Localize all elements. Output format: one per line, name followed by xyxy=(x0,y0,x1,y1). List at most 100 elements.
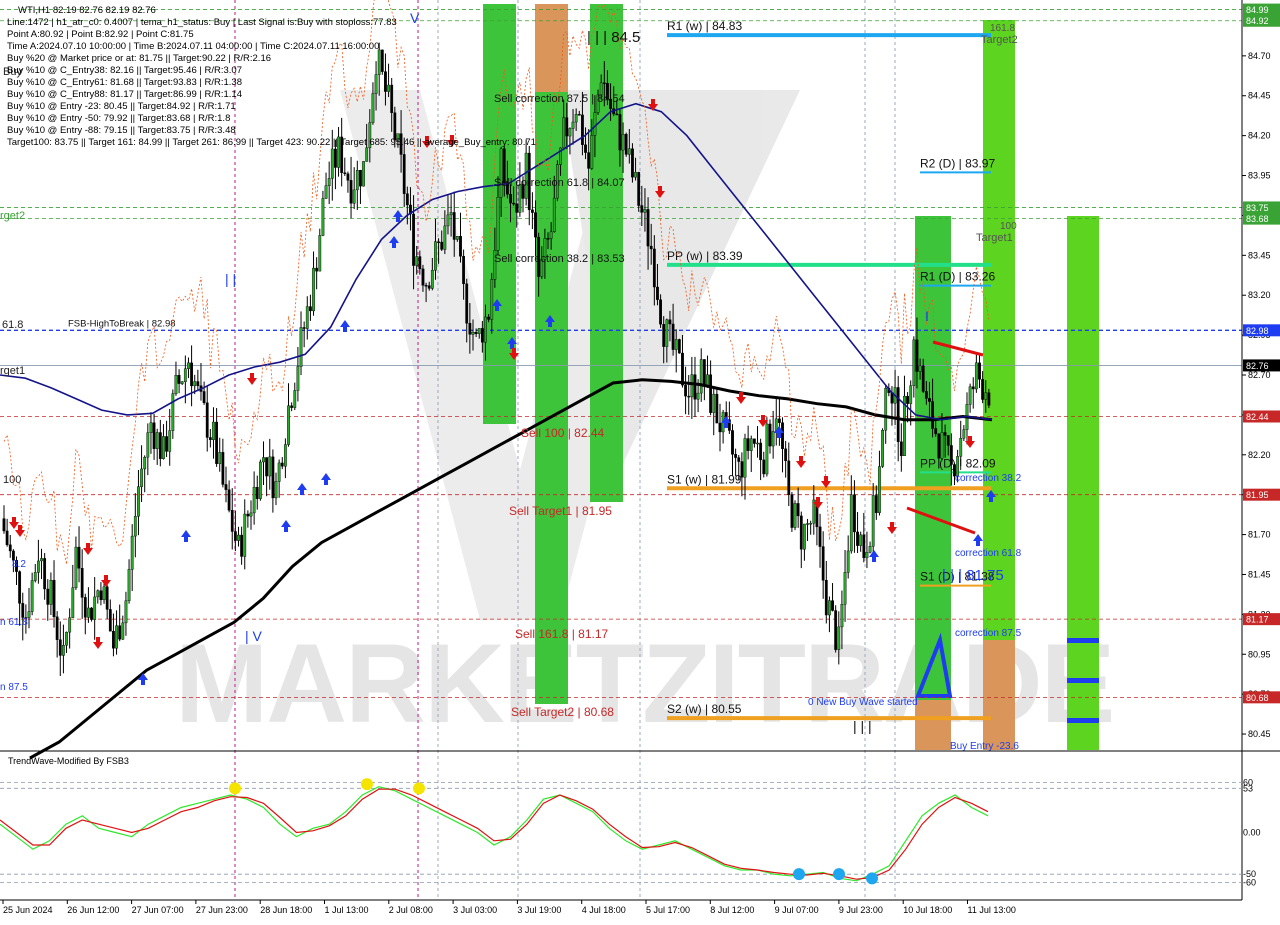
candle-body xyxy=(252,487,256,514)
osc-bottom-marker xyxy=(866,872,878,885)
candle-body xyxy=(631,148,634,178)
time-tick-label: 9 Jul 23:00 xyxy=(839,905,883,915)
candle-body xyxy=(928,398,931,402)
candle-body xyxy=(171,393,175,431)
osc-axis-label: -60 xyxy=(1243,878,1256,888)
candle-body xyxy=(499,148,503,198)
candle-body xyxy=(99,590,103,601)
info-line-8: Buy %10 @ Entry -50: 79.92 || Target:83.… xyxy=(7,113,230,124)
candle-body xyxy=(40,558,43,562)
roman-i-label: I xyxy=(925,308,929,324)
price-tick-label: 83.45 xyxy=(1248,250,1271,260)
candle-body xyxy=(896,387,900,442)
candle-body xyxy=(934,428,938,435)
candle-body xyxy=(915,339,919,372)
new-buy-wave-label: 0 New Buy Wave started xyxy=(808,697,918,708)
candle-body xyxy=(690,374,694,398)
candle-body xyxy=(637,172,641,206)
candle-body xyxy=(781,422,784,450)
roman-iv-label: | V xyxy=(245,628,263,644)
candle-body xyxy=(205,402,209,438)
roman-iii-label: | | | xyxy=(853,718,872,734)
candle-body xyxy=(809,523,813,525)
candle-body xyxy=(108,609,112,632)
candle-body xyxy=(924,391,928,399)
candle-body xyxy=(362,161,365,187)
candle-body xyxy=(918,365,922,372)
left-875-label: n 87.5 xyxy=(0,682,28,693)
candle-body xyxy=(777,418,781,423)
candle-body xyxy=(365,147,369,162)
candle-body xyxy=(280,462,284,467)
candle-body xyxy=(177,375,181,384)
candle-body xyxy=(152,422,156,449)
candle-body xyxy=(684,384,687,397)
candle-body xyxy=(46,588,50,605)
candle-body xyxy=(93,596,97,620)
candle-body xyxy=(671,323,675,350)
candle-body xyxy=(643,209,647,213)
info-line-9: Buy %10 @ Entry -88: 79.15 || Target:83.… xyxy=(7,125,236,136)
candle-body xyxy=(646,209,650,247)
candle-body xyxy=(155,432,159,449)
oscillator-plot-area[interactable] xyxy=(0,752,1242,900)
candle-body xyxy=(193,381,197,387)
candle-body xyxy=(674,339,678,350)
candle-body xyxy=(799,515,803,550)
candle-body xyxy=(874,495,878,513)
target2-label: Target2 xyxy=(981,34,1018,46)
candle-body xyxy=(534,212,537,238)
zone-orange-2 xyxy=(915,700,951,750)
candle-body xyxy=(746,438,750,451)
candle-body xyxy=(577,114,581,116)
chart-svg: MARKETZITRADE R1 (w) | 84.83 R2 (D) | 83.… xyxy=(0,0,1280,920)
candle-body xyxy=(71,587,75,618)
candle-body xyxy=(446,214,450,227)
candle-body xyxy=(377,49,381,75)
candle-body xyxy=(624,133,628,155)
oscillator-title: TrendWave-Modified By FSB3 xyxy=(8,756,129,766)
candle-body xyxy=(571,121,575,129)
candle-body xyxy=(737,457,741,462)
candle-body xyxy=(459,236,462,257)
candle-body xyxy=(831,600,834,611)
price-tag-label: 82.98 xyxy=(1246,326,1269,336)
candle-body xyxy=(455,236,459,240)
candle-body xyxy=(274,481,278,499)
price-tick-label: 84.45 xyxy=(1248,91,1271,101)
candle-body xyxy=(258,461,262,499)
symbol-line: WTI,H1 82.19 82.76 82.19 82.76 xyxy=(18,5,156,16)
candle-body xyxy=(477,328,481,334)
candle-body xyxy=(246,513,250,517)
info-line-4: Buy %10 @ C_Entry38: 82.16 || Target:95.… xyxy=(7,65,242,76)
candle-body xyxy=(165,436,168,452)
info-line-1: Point A:80.92 | Point B:82.92 | Point C:… xyxy=(7,29,194,40)
candle-body xyxy=(487,316,491,320)
time-tick-label: 3 Jul 19:00 xyxy=(517,905,561,915)
candle-body xyxy=(412,213,415,266)
candle-body xyxy=(343,172,347,174)
info-line-10: Target100: 83.75 || Target 161: 84.99 ||… xyxy=(7,137,536,148)
candle-body xyxy=(849,494,853,552)
candle-body xyxy=(712,393,716,413)
candle-body xyxy=(346,173,350,181)
candle-body xyxy=(68,617,72,633)
candle-body xyxy=(58,639,62,656)
candle-body xyxy=(415,256,419,266)
time-tick-label: 27 Jun 23:00 xyxy=(196,905,248,915)
candle-body xyxy=(803,523,806,550)
sell-target1-label: Sell Target1 | 81.95 xyxy=(509,504,612,518)
candle-body xyxy=(840,604,844,628)
candle-body xyxy=(699,359,703,394)
candle-body xyxy=(984,392,988,400)
candle-body xyxy=(762,459,766,475)
candle-body xyxy=(149,422,153,433)
candle-body xyxy=(237,534,240,541)
roman-v-label: V xyxy=(410,10,420,26)
candle-body xyxy=(921,365,925,392)
candle-body xyxy=(65,631,68,646)
time-tick-label: 27 Jun 07:00 xyxy=(132,905,184,915)
candle-body xyxy=(187,362,190,369)
sell-1618-label: Sell 161.8 | 81.17 xyxy=(515,627,609,641)
candle-body xyxy=(2,518,6,532)
